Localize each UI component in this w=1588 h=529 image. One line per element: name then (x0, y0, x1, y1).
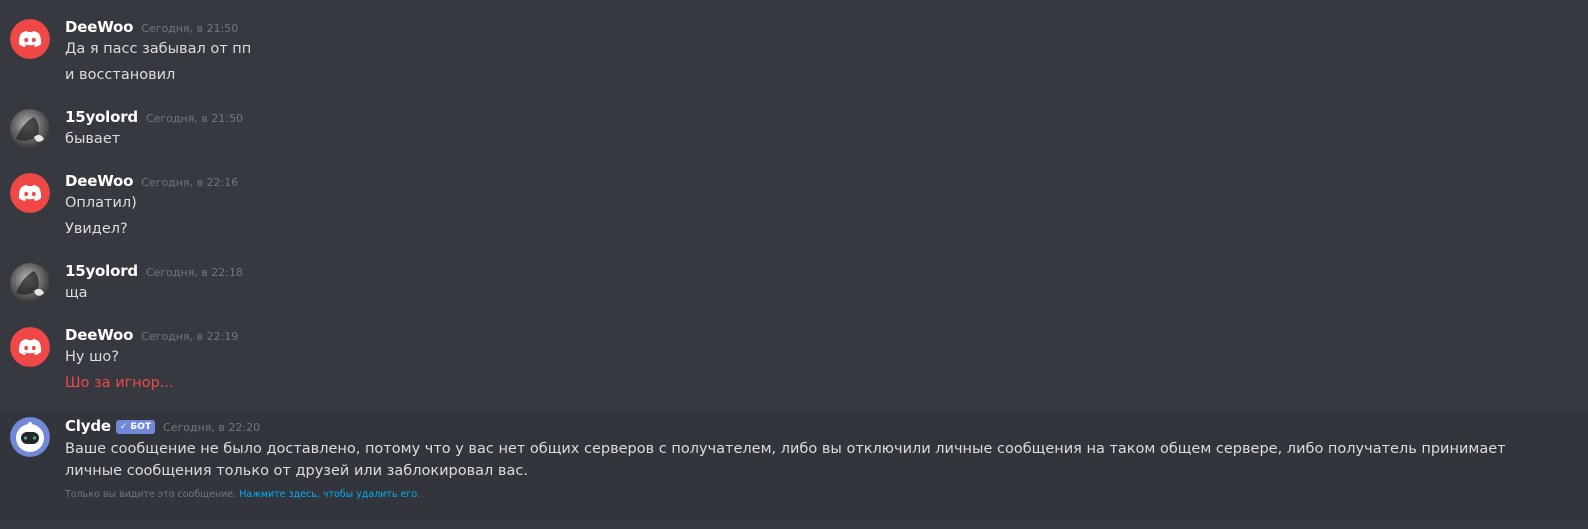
message-timestamp[interactable]: Сегодня, в 22:20 (163, 421, 260, 434)
bot-tag-label: БОТ (130, 422, 152, 432)
author-name[interactable]: DeeWoo (65, 326, 133, 344)
message-text: Ну шо? (65, 349, 119, 365)
verified-check-icon: ✓ (119, 422, 128, 432)
message-text: ща (65, 285, 88, 301)
message-timestamp[interactable]: Сегодня, в 22:16 (141, 176, 238, 189)
author-name[interactable]: 15yolord (65, 108, 138, 126)
message-text: и восстановил (65, 67, 176, 83)
message-timestamp[interactable]: Сегодня, в 21:50 (141, 22, 238, 35)
author-name[interactable]: DeeWoo (65, 172, 133, 190)
chat-messages: DeeWoo Сегодня, в 21:50 Да я пасс забыва… (0, 0, 1588, 529)
clyde-robot-icon[interactable] (10, 417, 50, 457)
bot-tag: ✓ БОТ (115, 420, 156, 434)
message-text: Да я пасс забывал от пп (65, 41, 252, 57)
message-text: Увидел? (65, 221, 128, 237)
user-photo-avatar[interactable] (10, 109, 50, 149)
failed-message-text: Шо за игнор... (65, 375, 174, 391)
message-text: Ваше сообщение не было доставлено, потом… (65, 441, 1506, 479)
author-name[interactable]: 15yolord (65, 262, 138, 280)
message-text: бывает (65, 131, 121, 147)
discord-logo-icon[interactable] (10, 19, 50, 59)
message-timestamp[interactable]: Сегодня, в 22:19 (141, 330, 238, 343)
message-timestamp[interactable]: Сегодня, в 22:18 (146, 266, 243, 279)
author-name[interactable]: DeeWoo (65, 18, 133, 36)
ephemeral-note: Только вы видите это сообщение. (65, 489, 237, 500)
dismiss-message-link[interactable]: Нажмите здесь, чтобы удалить его. (239, 489, 420, 500)
message-text: Оплатил) (65, 195, 137, 211)
message-timestamp[interactable]: Сегодня, в 21:50 (146, 112, 243, 125)
author-name[interactable]: Clyde (65, 417, 111, 435)
discord-logo-icon[interactable] (10, 327, 50, 367)
user-photo-avatar[interactable] (10, 263, 50, 303)
bot-message: Clyde ✓ БОТ Сегодня, в 22:20 Ваше сообщен… (0, 413, 1588, 521)
ephemeral-notice: Только вы видите это сообщение. Нажмите … (65, 489, 420, 500)
discord-logo-icon[interactable] (10, 173, 50, 213)
